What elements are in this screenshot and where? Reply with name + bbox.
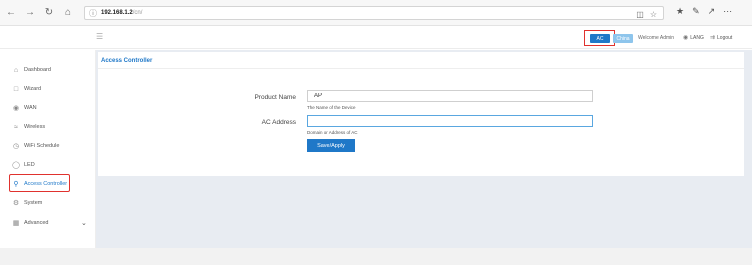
reader-icon[interactable]: ◫	[636, 10, 644, 19]
clock-icon: ◷	[12, 143, 20, 150]
sidebar-item-label: System	[24, 200, 43, 206]
ac-address-input[interactable]	[307, 115, 593, 127]
product-name-hint: The Name of the Device	[307, 105, 356, 110]
gear-icon: ⚙	[12, 200, 20, 207]
main-content: Access Controller Product Name The Name …	[96, 50, 752, 248]
more-icon[interactable]: ⋯	[723, 6, 732, 17]
browser-toolbar: ← → ↻ ⌂ ⓘ 192.168.1.2 /cn/ ◫ ☆ ★ ✎ ↗ ⋯	[0, 0, 752, 26]
url-path: /cn/	[132, 10, 143, 16]
back-icon[interactable]: ←	[3, 5, 19, 21]
product-name-label: Product Name	[254, 94, 296, 101]
sidebar-item-wireless[interactable]: ≈ Wireless	[12, 120, 92, 134]
sidebar-item-label: Dashboard	[24, 67, 51, 73]
sidebar-item-led[interactable]: ◯ LED	[12, 158, 92, 172]
url-host: 192.168.1.2	[101, 10, 133, 16]
page-title: Access Controller	[101, 58, 153, 64]
lang-link[interactable]: ◉ LANG	[683, 34, 704, 42]
sidebar-item-label: WiFi Schedule	[24, 143, 60, 149]
footer-bar	[0, 248, 752, 265]
sidebar-item-dashboard[interactable]: ⌂ Dashboard	[12, 63, 92, 77]
sidebar-item-advanced[interactable]: ▦ Advanced	[12, 216, 92, 230]
sidebar-item-label: Advanced	[24, 220, 49, 226]
lang-link-label: LANG	[690, 34, 704, 41]
favorites-icon[interactable]: ★	[676, 6, 684, 17]
wifi-icon: ≈	[14, 123, 18, 131]
sidebar-item-label: LED	[24, 162, 35, 168]
logout-label: Logout	[717, 34, 733, 41]
ac-address-label: AC Address	[261, 119, 296, 126]
sidebar-item-wifi-schedule[interactable]: ◷ WiFi Schedule	[12, 139, 92, 153]
product-name-input[interactable]	[307, 90, 593, 102]
lang-ac-button[interactable]: AC	[590, 34, 610, 43]
ac-address-hint: Domain or Address of AC	[307, 130, 358, 135]
sidebar-item-wan[interactable]: ◉ WAN	[12, 101, 92, 115]
home-icon[interactable]: ⌂	[60, 5, 76, 21]
lang-cn-button[interactable]: China	[613, 34, 633, 43]
favorite-star-icon[interactable]: ☆	[650, 10, 657, 19]
sidebar-item-label: Access Controller	[24, 181, 68, 187]
sidebar-item-label: WAN	[24, 105, 37, 111]
logout-icon: ⇉	[710, 35, 716, 41]
home-icon: ⌂	[13, 66, 19, 74]
app-header: ☰ AC China Welcome Admin ◉ LANG ⇉ Logout	[0, 27, 752, 49]
sidebar-item-access-controller[interactable]: ⚲ Access Controller	[12, 177, 92, 191]
wizard-icon: □	[13, 85, 19, 93]
menu-toggle-icon[interactable]: ☰	[96, 33, 106, 41]
grid-icon: ▦	[12, 220, 20, 227]
divider	[98, 68, 744, 69]
reload-icon[interactable]: ↻	[41, 5, 57, 21]
address-bar[interactable]: ⓘ 192.168.1.2 /cn/ ◫ ☆	[84, 6, 664, 20]
sidebar-item-label: Wireless	[24, 124, 46, 130]
pen-icon[interactable]: ✎	[692, 6, 700, 17]
sidebar-item-label: Wizard	[24, 86, 42, 92]
share-icon[interactable]: ↗	[708, 6, 716, 17]
sidebar-item-system[interactable]: ⚙ System	[12, 196, 92, 210]
forward-icon[interactable]: →	[22, 5, 38, 21]
pin-icon: ⚲	[13, 181, 19, 188]
welcome-text: Welcome Admin	[638, 35, 675, 41]
globe-icon: ◉	[12, 105, 20, 112]
save-apply-button[interactable]: Save/Apply	[307, 139, 355, 152]
logout-link[interactable]: ⇉ Logout	[710, 34, 733, 42]
info-icon: ⓘ	[89, 8, 97, 18]
access-controller-panel: Access Controller Product Name The Name …	[98, 52, 744, 176]
sidebar-item-wizard[interactable]: □ Wizard	[12, 82, 92, 96]
globe-icon: ◉	[683, 35, 689, 41]
chevron-down-icon[interactable]: ⌄	[81, 219, 87, 227]
bulb-icon: ◯	[12, 162, 20, 169]
